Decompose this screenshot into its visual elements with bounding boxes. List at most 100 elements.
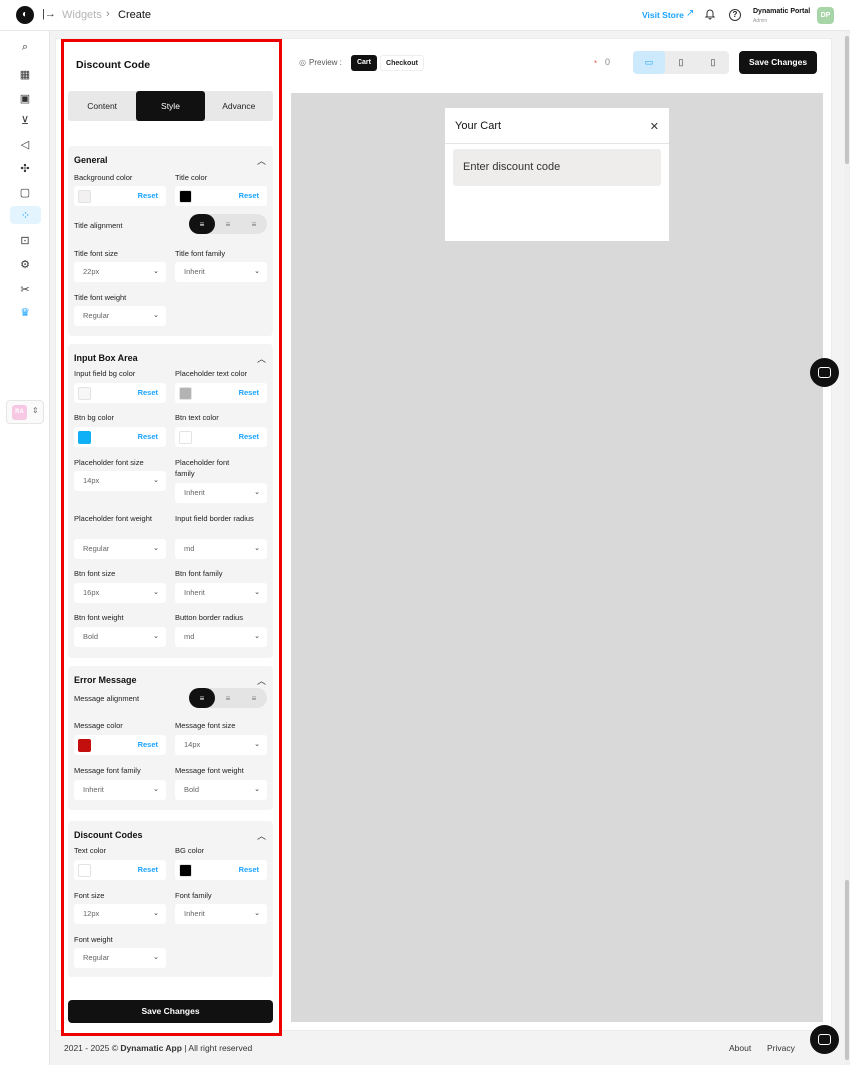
- color-swatch[interactable]: [78, 739, 91, 752]
- megaphone-icon[interactable]: ◁: [17, 136, 33, 152]
- chevron-up-icon[interactable]: ︿: [257, 829, 266, 842]
- analytics-icon[interactable]: ▣: [17, 90, 33, 106]
- reset-button[interactable]: Reset: [239, 388, 259, 397]
- tab-advance[interactable]: Advance: [205, 91, 273, 121]
- widget-icon[interactable]: ▢: [17, 184, 33, 200]
- btn-text-color-field[interactable]: Reset: [175, 427, 267, 447]
- tools-icon[interactable]: ✂: [17, 281, 33, 297]
- footer-about-link[interactable]: About: [729, 1043, 751, 1053]
- color-swatch[interactable]: [179, 387, 192, 400]
- bg-color-field[interactable]: Reset: [74, 186, 166, 206]
- reset-button[interactable]: Reset: [138, 432, 158, 441]
- btn-font-family-select[interactable]: Inherit ⌄: [175, 583, 267, 603]
- mobile-icon[interactable]: ▯: [697, 51, 729, 74]
- chevron-up-icon[interactable]: ︿: [257, 154, 266, 167]
- btn-bg-field[interactable]: Reset: [74, 427, 166, 447]
- help-icon[interactable]: ?: [729, 9, 741, 21]
- settings-icon[interactable]: ⚙: [17, 256, 33, 272]
- reset-button[interactable]: Reset: [239, 432, 259, 441]
- tab-style[interactable]: Style: [136, 91, 205, 121]
- title-font-weight-select[interactable]: Regular ⌄: [74, 306, 166, 326]
- user-name[interactable]: Dynamatic Portal: [753, 8, 810, 15]
- chat-icon[interactable]: [810, 358, 839, 387]
- dashboard-icon[interactable]: ▦: [17, 66, 33, 82]
- align-right-icon[interactable]: ≡: [241, 688, 267, 708]
- title-font-family-select[interactable]: Inherit ⌄: [175, 262, 267, 282]
- save-changes-button[interactable]: Save Changes: [739, 51, 817, 74]
- title-font-size-select[interactable]: 22px ⌄: [74, 262, 166, 282]
- input-border-radius-select[interactable]: md ⌄: [175, 539, 267, 559]
- close-icon[interactable]: ✕: [650, 120, 659, 133]
- message-font-weight-select[interactable]: Bold ⌄: [175, 780, 267, 800]
- external-link-icon[interactable]: ↗: [686, 8, 694, 19]
- collapse-sidebar-icon[interactable]: |→: [42, 8, 56, 20]
- color-swatch[interactable]: [78, 387, 91, 400]
- breadcrumb-widgets[interactable]: Widgets: [62, 9, 102, 21]
- preview-tab-checkout[interactable]: Checkout: [380, 55, 424, 71]
- footer-privacy-link[interactable]: Privacy: [767, 1043, 795, 1053]
- avatar[interactable]: DP: [817, 7, 834, 24]
- app-logo[interactable]: ◐: [16, 6, 34, 24]
- reset-button[interactable]: Reset: [239, 865, 259, 874]
- placeholder-font-family-select[interactable]: Inherit ⌄: [175, 483, 267, 503]
- color-swatch[interactable]: [78, 431, 91, 444]
- store-switcher[interactable]: RA ⇕: [6, 400, 44, 424]
- title-color-field[interactable]: Reset: [175, 186, 267, 206]
- focus-icon[interactable]: ⊡: [17, 232, 33, 248]
- align-center-icon[interactable]: ≡: [215, 214, 241, 234]
- footer-brand[interactable]: Dynamatic App: [120, 1043, 182, 1053]
- bell-icon[interactable]: [704, 8, 716, 20]
- placeholder-font-size-select[interactable]: 14px ⌄: [74, 471, 166, 491]
- chevron-down-icon: ⌄: [153, 312, 159, 319]
- crown-icon[interactable]: ♛: [17, 304, 33, 320]
- tablet-icon[interactable]: ▯: [665, 51, 697, 74]
- color-swatch[interactable]: [179, 864, 192, 877]
- placeholder-font-weight-select[interactable]: Regular ⌄: [74, 539, 166, 559]
- font-size-select[interactable]: 12px ⌄: [74, 904, 166, 924]
- btn-font-weight-select[interactable]: Bold ⌄: [74, 627, 166, 647]
- message-color-field[interactable]: Reset: [74, 735, 166, 755]
- color-swatch[interactable]: [78, 190, 91, 203]
- align-center-icon[interactable]: ≡: [215, 688, 241, 708]
- reset-button[interactable]: Reset: [138, 388, 158, 397]
- bg-color-field[interactable]: Reset: [175, 860, 267, 880]
- chevron-up-icon[interactable]: ︿: [257, 352, 266, 365]
- text-color-field[interactable]: Reset: [74, 860, 166, 880]
- tab-content[interactable]: Content: [68, 91, 136, 121]
- message-count: 0: [605, 57, 611, 67]
- color-swatch[interactable]: [179, 190, 192, 203]
- desktop-icon[interactable]: ▭: [633, 51, 665, 74]
- align-left-icon[interactable]: ≡: [189, 688, 215, 708]
- scrollbar-thumb[interactable]: [845, 880, 849, 1060]
- select-value: Bold: [184, 785, 200, 794]
- chat-icon[interactable]: [810, 1025, 839, 1054]
- align-right-icon[interactable]: ≡: [241, 214, 267, 234]
- reset-button[interactable]: Reset: [239, 191, 259, 200]
- chevron-up-icon[interactable]: ︿: [257, 674, 266, 687]
- btn-font-size-select[interactable]: 16px ⌄: [74, 583, 166, 603]
- align-left-icon[interactable]: ≡: [189, 214, 215, 234]
- search-icon[interactable]: ⌕: [17, 39, 33, 55]
- color-swatch[interactable]: [78, 864, 91, 877]
- placeholder-color-field[interactable]: Reset: [175, 383, 267, 403]
- cart-icon[interactable]: ⊻: [17, 112, 33, 128]
- reset-button[interactable]: Reset: [138, 191, 158, 200]
- font-weight-select[interactable]: Regular ⌄: [74, 948, 166, 968]
- color-swatch[interactable]: [179, 431, 192, 444]
- preview-tab-cart[interactable]: Cart: [351, 55, 377, 71]
- message-icon[interactable]: ◔: [592, 57, 597, 67]
- message-font-weight-label: Message font weight: [175, 766, 244, 775]
- components-icon[interactable]: ⁘: [10, 206, 41, 224]
- discount-input[interactable]: Enter discount code: [453, 149, 661, 186]
- font-family-select[interactable]: Inherit ⌄: [175, 904, 267, 924]
- panel-save-button[interactable]: Save Changes: [68, 1000, 273, 1023]
- sparkle-icon[interactable]: ✣: [17, 160, 33, 176]
- btn-border-radius-select[interactable]: md ⌄: [175, 627, 267, 647]
- message-font-family-select[interactable]: Inherit ⌄: [74, 780, 166, 800]
- message-font-size-select[interactable]: 14px ⌄: [175, 735, 267, 755]
- visit-store-link[interactable]: Visit Store: [642, 10, 684, 20]
- reset-button[interactable]: Reset: [138, 865, 158, 874]
- input-bg-field[interactable]: Reset: [74, 383, 166, 403]
- scrollbar-thumb[interactable]: [845, 36, 849, 164]
- reset-button[interactable]: Reset: [138, 740, 158, 749]
